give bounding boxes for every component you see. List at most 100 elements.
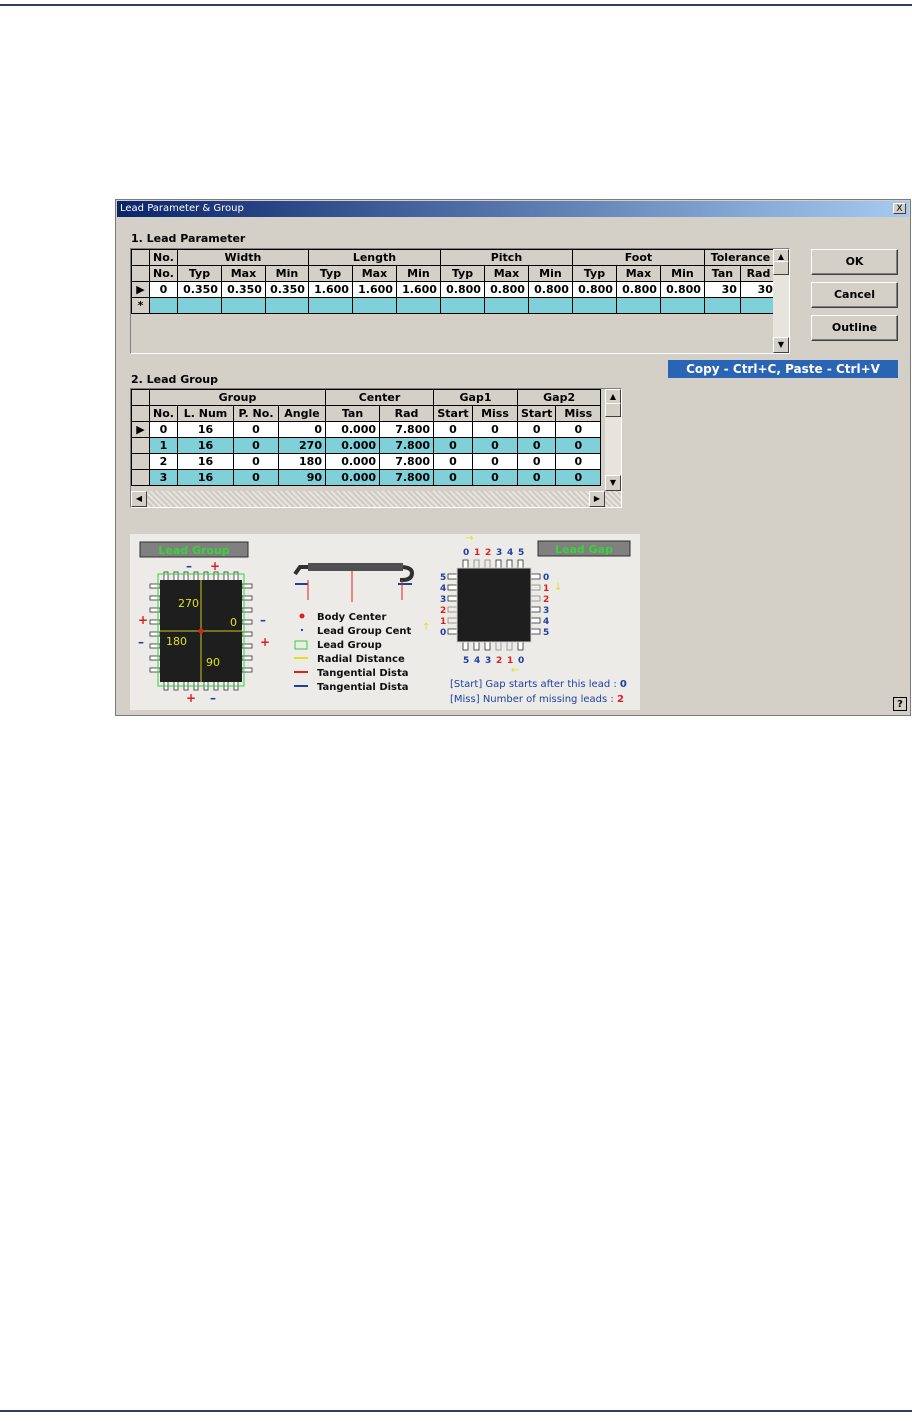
param-scroll-down-button[interactable]: ▼ <box>773 337 789 353</box>
table-row[interactable]: 1 16 0 270 0.000 7.800 0 0 0 0 <box>131 437 602 454</box>
param-subheader: Max <box>483 265 529 282</box>
group-cell[interactable]: 0.000 <box>325 453 380 470</box>
param-cell[interactable]: 0.800 <box>571 281 617 298</box>
group-cell[interactable]: 0.000 <box>325 421 380 438</box>
group-cell[interactable]: 270 <box>278 437 326 454</box>
group-cell[interactable]: 0 <box>555 453 602 470</box>
new-row-cell[interactable] <box>176 297 222 314</box>
new-row-cell[interactable] <box>307 297 353 314</box>
row-selector[interactable] <box>131 453 150 470</box>
group-cell[interactable]: 7.800 <box>379 437 434 454</box>
param-cell[interactable]: 0.800 <box>659 281 705 298</box>
group-cell[interactable]: 0 <box>516 437 557 454</box>
param-cell[interactable]: 0.800 <box>439 281 485 298</box>
group-cell[interactable]: 0 <box>233 469 279 486</box>
cancel-button[interactable]: Cancel <box>811 282 898 308</box>
param-cell[interactable]: 30 <box>703 281 741 298</box>
group-cell[interactable]: 0 <box>433 469 473 486</box>
group-cell[interactable]: 0 <box>433 421 473 438</box>
new-row-cell[interactable] <box>571 297 617 314</box>
group-cell[interactable]: 0 <box>233 437 279 454</box>
group-vertical-scrollbar[interactable]: ▲ ▼ <box>605 389 621 491</box>
group-cell[interactable]: 7.800 <box>379 421 434 438</box>
current-row-indicator[interactable]: ▶ <box>131 281 150 298</box>
group-cell[interactable]: 7.800 <box>379 453 434 470</box>
group-no-cell[interactable]: 3 <box>149 469 178 486</box>
group-cell[interactable]: 0 <box>233 421 279 438</box>
close-button[interactable]: X <box>893 203 906 214</box>
group-cell[interactable]: 16 <box>177 421 234 438</box>
group-no-cell[interactable]: 1 <box>149 437 178 454</box>
outline-button[interactable]: Outline <box>811 315 898 341</box>
group-scroll-down-button[interactable]: ▼ <box>605 475 621 491</box>
table-row[interactable]: ▶ 0 16 0 0 0.000 7.800 0 0 0 0 <box>131 421 602 438</box>
group-cell[interactable]: 0 <box>555 437 602 454</box>
chip2-lead <box>530 573 541 580</box>
group-scroll-left-button[interactable]: ◀ <box>131 491 147 507</box>
row-selector[interactable] <box>131 437 150 454</box>
lead-group-grid[interactable]: Group Center Gap1 Gap2 No. L. Num P. No. An… <box>130 388 622 508</box>
group-cell[interactable]: 16 <box>177 469 234 486</box>
param-vertical-scrollbar[interactable]: ▲ ▼ <box>773 249 789 353</box>
lead-parameter-grid[interactable]: No. Width Length Pitch Foot Tolerance No… <box>130 248 790 354</box>
new-row-indicator[interactable]: * <box>131 297 150 314</box>
new-row-cell[interactable] <box>527 297 573 314</box>
param-cell[interactable]: 0.350 <box>264 281 309 298</box>
group-cell[interactable]: 0 <box>233 453 279 470</box>
group-no-cell[interactable]: 2 <box>149 453 178 470</box>
group-cell[interactable]: 16 <box>177 453 234 470</box>
new-row-cell[interactable] <box>351 297 397 314</box>
new-row-cell[interactable] <box>439 297 485 314</box>
param-cell[interactable]: 1.600 <box>395 281 441 298</box>
group-cell[interactable]: 90 <box>278 469 326 486</box>
new-row-cell[interactable] <box>220 297 266 314</box>
group-cell[interactable]: 0 <box>472 469 518 486</box>
group-cell[interactable]: 0.000 <box>325 437 380 454</box>
group-cell[interactable]: 0 <box>516 453 557 470</box>
table-row[interactable]: 2 16 0 180 0.000 7.800 0 0 0 0 <box>131 453 602 470</box>
group-cell[interactable]: 0 <box>555 469 602 486</box>
current-row-indicator[interactable]: ▶ <box>131 421 150 438</box>
table-row[interactable]: 3 16 0 90 0.000 7.800 0 0 0 0 <box>131 469 602 486</box>
param-cell[interactable]: 30 <box>739 281 777 298</box>
group-cell[interactable]: 16 <box>177 437 234 454</box>
param-cell[interactable]: 0.350 <box>220 281 266 298</box>
ok-button[interactable]: OK <box>811 249 898 275</box>
param-cell[interactable]: 1.600 <box>307 281 353 298</box>
chip2-lead <box>484 641 491 651</box>
new-row-cell[interactable] <box>264 297 309 314</box>
group-cell[interactable]: 0 <box>555 421 602 438</box>
group-scroll-right-button[interactable]: ▶ <box>589 491 605 507</box>
help-button[interactable]: ? <box>893 697 907 711</box>
group-cell[interactable]: 0 <box>278 421 326 438</box>
new-row-cell[interactable] <box>483 297 529 314</box>
param-no-cell[interactable]: 0 <box>149 281 178 298</box>
group-cell[interactable]: 0 <box>472 421 518 438</box>
group-cell[interactable]: 0 <box>516 421 557 438</box>
group-cell[interactable]: 0 <box>433 453 473 470</box>
param-cell[interactable]: 1.600 <box>351 281 397 298</box>
row-selector[interactable] <box>131 469 150 486</box>
group-cell[interactable]: 0 <box>516 469 557 486</box>
gap-bottom-number: 4 <box>474 656 480 666</box>
group-cell[interactable]: 0 <box>433 437 473 454</box>
new-row-cell[interactable] <box>739 297 777 314</box>
group-horizontal-scrollbar[interactable]: ◀ ▶ <box>131 491 621 507</box>
group-cell[interactable]: 0 <box>472 437 518 454</box>
param-cell[interactable]: 0.800 <box>615 281 661 298</box>
group-no-cell[interactable]: 0 <box>149 421 178 438</box>
new-row-cell[interactable] <box>703 297 741 314</box>
param-cell[interactable]: 0.800 <box>483 281 529 298</box>
new-row-cell[interactable] <box>615 297 661 314</box>
new-row-cell[interactable] <box>395 297 441 314</box>
new-row-cell[interactable] <box>149 297 178 314</box>
param-cell[interactable]: 0.800 <box>527 281 573 298</box>
group-cell[interactable]: 7.800 <box>379 469 434 486</box>
param-cell[interactable]: 0.350 <box>176 281 222 298</box>
group-scroll-thumb[interactable] <box>605 403 621 417</box>
new-row-cell[interactable] <box>659 297 705 314</box>
group-cell[interactable]: 0.000 <box>325 469 380 486</box>
param-scroll-thumb[interactable] <box>773 261 789 275</box>
group-cell[interactable]: 0 <box>472 453 518 470</box>
group-cell[interactable]: 180 <box>278 453 326 470</box>
